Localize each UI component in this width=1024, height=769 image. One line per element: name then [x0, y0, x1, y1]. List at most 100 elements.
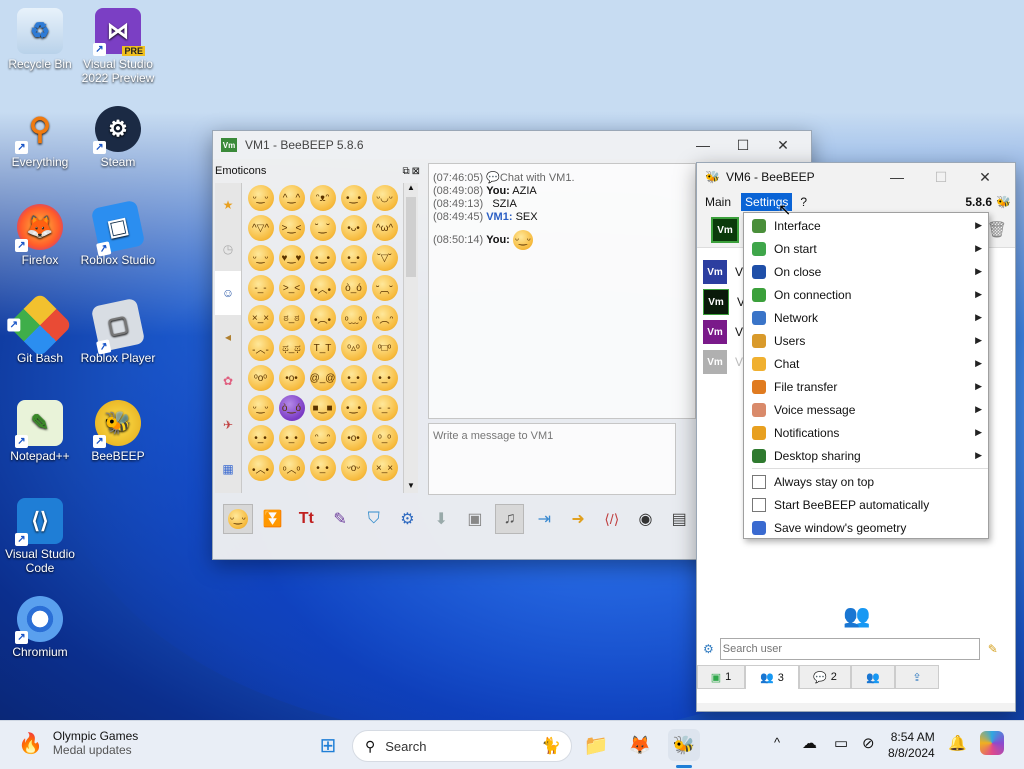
- category-people-icon[interactable]: ☺: [215, 271, 241, 315]
- desktop-icon-vscode[interactable]: ⟨⟩ ↗ Visual Studio Code: [0, 498, 80, 575]
- emoticon-cell[interactable]: •o•: [338, 423, 369, 453]
- emoticon-cell[interactable]: ᵕ‿ᵕ: [245, 183, 276, 213]
- message-input[interactable]: Write a message to VM1: [428, 423, 676, 495]
- emoticon-cell[interactable]: ò_ó: [338, 273, 369, 303]
- desktop-icon-roblox-player[interactable]: ▢ ↗ Roblox Player: [78, 297, 158, 365]
- emoticon-cell[interactable]: •ᴗ•: [338, 213, 369, 243]
- category-recent-icon[interactable]: ◷: [215, 227, 241, 271]
- emoticons-toggle-button[interactable]: ᵕ‿ᵕ: [223, 504, 253, 534]
- emoticon-cell[interactable]: ಠ_ಠ: [276, 303, 307, 333]
- scroll-up-icon[interactable]: ▲: [404, 183, 418, 195]
- camera-button[interactable]: ◉: [632, 505, 660, 533]
- emoticon-cell[interactable]: >‿<: [276, 213, 307, 243]
- emoticon-cell[interactable]: ᵒ_ᵒ: [369, 423, 400, 453]
- file-explorer-icon[interactable]: 📁: [580, 729, 612, 761]
- emoticon-cell[interactable]: ˘‿˘: [307, 213, 338, 243]
- desktop-icon-notepad-plus-plus[interactable]: ✎ ↗ Notepad++: [0, 400, 80, 463]
- network-status-icon[interactable]: ⊘: [862, 734, 875, 752]
- emoticon-cell[interactable]: ᵒ︿ᵒ: [276, 453, 307, 483]
- close-panel-icon[interactable]: ⊠: [412, 166, 420, 177]
- category-objects-icon[interactable]: ◂: [215, 315, 241, 359]
- clock[interactable]: 8:54 AM 8/8/2024: [888, 729, 935, 761]
- emoticon-cell[interactable]: ò‿ó: [276, 393, 307, 423]
- emoticon-cell[interactable]: ^‿^: [276, 183, 307, 213]
- emoticon-cell[interactable]: -_-: [369, 393, 400, 423]
- show-hidden-icons-chevron[interactable]: ^: [774, 735, 780, 750]
- emoticon-cell[interactable]: ^▽^: [245, 213, 276, 243]
- emoticon-cell[interactable]: •︿•: [307, 273, 338, 303]
- my-avatar[interactable]: Vm: [711, 217, 739, 243]
- vm6-titlebar[interactable]: 🐝 VM6 - BeeBEEP — ☐ ✕: [697, 163, 1015, 191]
- emoticon-cell[interactable]: •‿•: [307, 243, 338, 273]
- start-button[interactable]: ⊞: [312, 729, 344, 761]
- network-gear-icon[interactable]: ⚙: [703, 642, 714, 656]
- close-button[interactable]: ✕: [963, 169, 1007, 186]
- tab-share[interactable]: ⇪: [895, 665, 939, 689]
- voice-message-button[interactable]: ♫: [494, 504, 525, 534]
- emoticon-cell[interactable]: •‿•: [338, 183, 369, 213]
- menu-item-start-automatically[interactable]: Start BeeBEEP automatically: [744, 493, 988, 516]
- emoticon-cell[interactable]: ᵒ▵ᵒ: [338, 333, 369, 363]
- menu-item-on-close[interactable]: On close ▶: [744, 260, 988, 283]
- menu-help[interactable]: ?: [800, 195, 965, 209]
- emoticon-cell[interactable]: •o•: [276, 363, 307, 393]
- menu-item-file-transfer[interactable]: File transfer ▶: [744, 375, 988, 398]
- emoticon-cell[interactable]: •_•: [338, 243, 369, 273]
- emoticon-cell[interactable]: >_<: [276, 273, 307, 303]
- menu-item-notifications[interactable]: Notifications ▶: [744, 421, 988, 444]
- emoticon-cell[interactable]: ■‿■: [307, 393, 338, 423]
- category-places-icon[interactable]: ✈: [215, 403, 241, 447]
- send-folder-button[interactable]: ➜: [564, 505, 592, 533]
- emoticon-cell[interactable]: ♥‿♥: [276, 243, 307, 273]
- emoticon-cell[interactable]: •︿•: [245, 453, 276, 483]
- menu-item-on-connection[interactable]: On connection ▶: [744, 283, 988, 306]
- emoticon-cell[interactable]: ×_×: [369, 453, 400, 483]
- emoticon-cell[interactable]: ᵕoᵕ: [338, 453, 369, 483]
- send-file-button[interactable]: ⇥: [530, 505, 558, 533]
- close-button[interactable]: ✕: [763, 137, 803, 154]
- desktop-icon-everything[interactable]: ⚲ ↗ Everything: [0, 106, 80, 170]
- desktop-icon-recycle-bin[interactable]: ♻ Recycle Bin: [0, 8, 80, 71]
- emoticon-cell[interactable]: ᵔ‿ᵔ: [307, 423, 338, 453]
- news-widget[interactable]: 🔥 Olympic Games Medal updates: [18, 729, 138, 757]
- menu-item-save-geometry[interactable]: Save window's geometry: [744, 516, 988, 539]
- firefox-taskbar-icon[interactable]: 🦊: [624, 729, 656, 761]
- emoticon-cell[interactable]: •_•: [245, 423, 276, 453]
- emoticon-cell[interactable]: ^ω^: [369, 213, 400, 243]
- color-button[interactable]: ✎: [326, 505, 354, 533]
- emoticon-cell[interactable]: ᵕ‿ᵕ: [245, 393, 276, 423]
- taskbar-search-box[interactable]: ⚲ Search 🐈: [352, 730, 572, 762]
- save-chat-button[interactable]: ⬇: [427, 505, 455, 533]
- settings-gear-button[interactable]: ⚙: [394, 505, 422, 533]
- category-nature-icon[interactable]: ✿: [215, 359, 241, 403]
- user-row[interactable]: Vm V: [703, 347, 745, 377]
- screenshot-button[interactable]: ▣: [461, 505, 489, 533]
- emoticon-cell[interactable]: ಥ_ಥ: [276, 333, 307, 363]
- html-button[interactable]: ⟨/⟩: [598, 505, 626, 533]
- minimize-button[interactable]: —: [875, 169, 919, 185]
- tab-groups[interactable]: 💬 2: [799, 665, 851, 689]
- minimize-button[interactable]: —: [683, 137, 723, 153]
- chat-history[interactable]: (07:46:05) 💬Chat with VM1. (08:49:08) Yo…: [428, 163, 696, 419]
- emoticon-cell[interactable]: ᵒ﹏ᵒ: [338, 303, 369, 333]
- menu-item-always-on-top[interactable]: Always stay on top: [744, 470, 988, 493]
- emoticon-cell[interactable]: •_•: [369, 363, 400, 393]
- emoticon-cell[interactable]: @_@: [307, 363, 338, 393]
- font-button[interactable]: Tt: [292, 505, 320, 533]
- user-row[interactable]: Vm V: [703, 287, 745, 317]
- category-symbols-icon[interactable]: ▦: [215, 447, 241, 491]
- emoticon-cell[interactable]: •‿•: [338, 393, 369, 423]
- desktop-icon-git-bash[interactable]: ↗ Git Bash: [0, 292, 80, 365]
- keyboard-button[interactable]: ▤: [665, 505, 693, 533]
- checkbox-icon[interactable]: [752, 497, 766, 512]
- emoticon-scrollbar[interactable]: ▲ ▼: [403, 183, 418, 493]
- menu-main[interactable]: Main: [705, 195, 731, 209]
- desktop-icon-firefox[interactable]: 🦊 ↗ Firefox: [0, 204, 80, 267]
- copilot-preview-icon[interactable]: [980, 731, 1004, 755]
- scroll-down-icon[interactable]: ▼: [404, 481, 418, 493]
- emoticon-cell[interactable]: ˘▽˘: [369, 243, 400, 273]
- emoticon-cell[interactable]: ᵒ□ᵒ: [369, 333, 400, 363]
- user-row[interactable]: Vm V: [703, 317, 745, 347]
- emoticon-cell[interactable]: ˘︹˘: [369, 273, 400, 303]
- trash-icon[interactable]: 🗑: [987, 220, 1007, 240]
